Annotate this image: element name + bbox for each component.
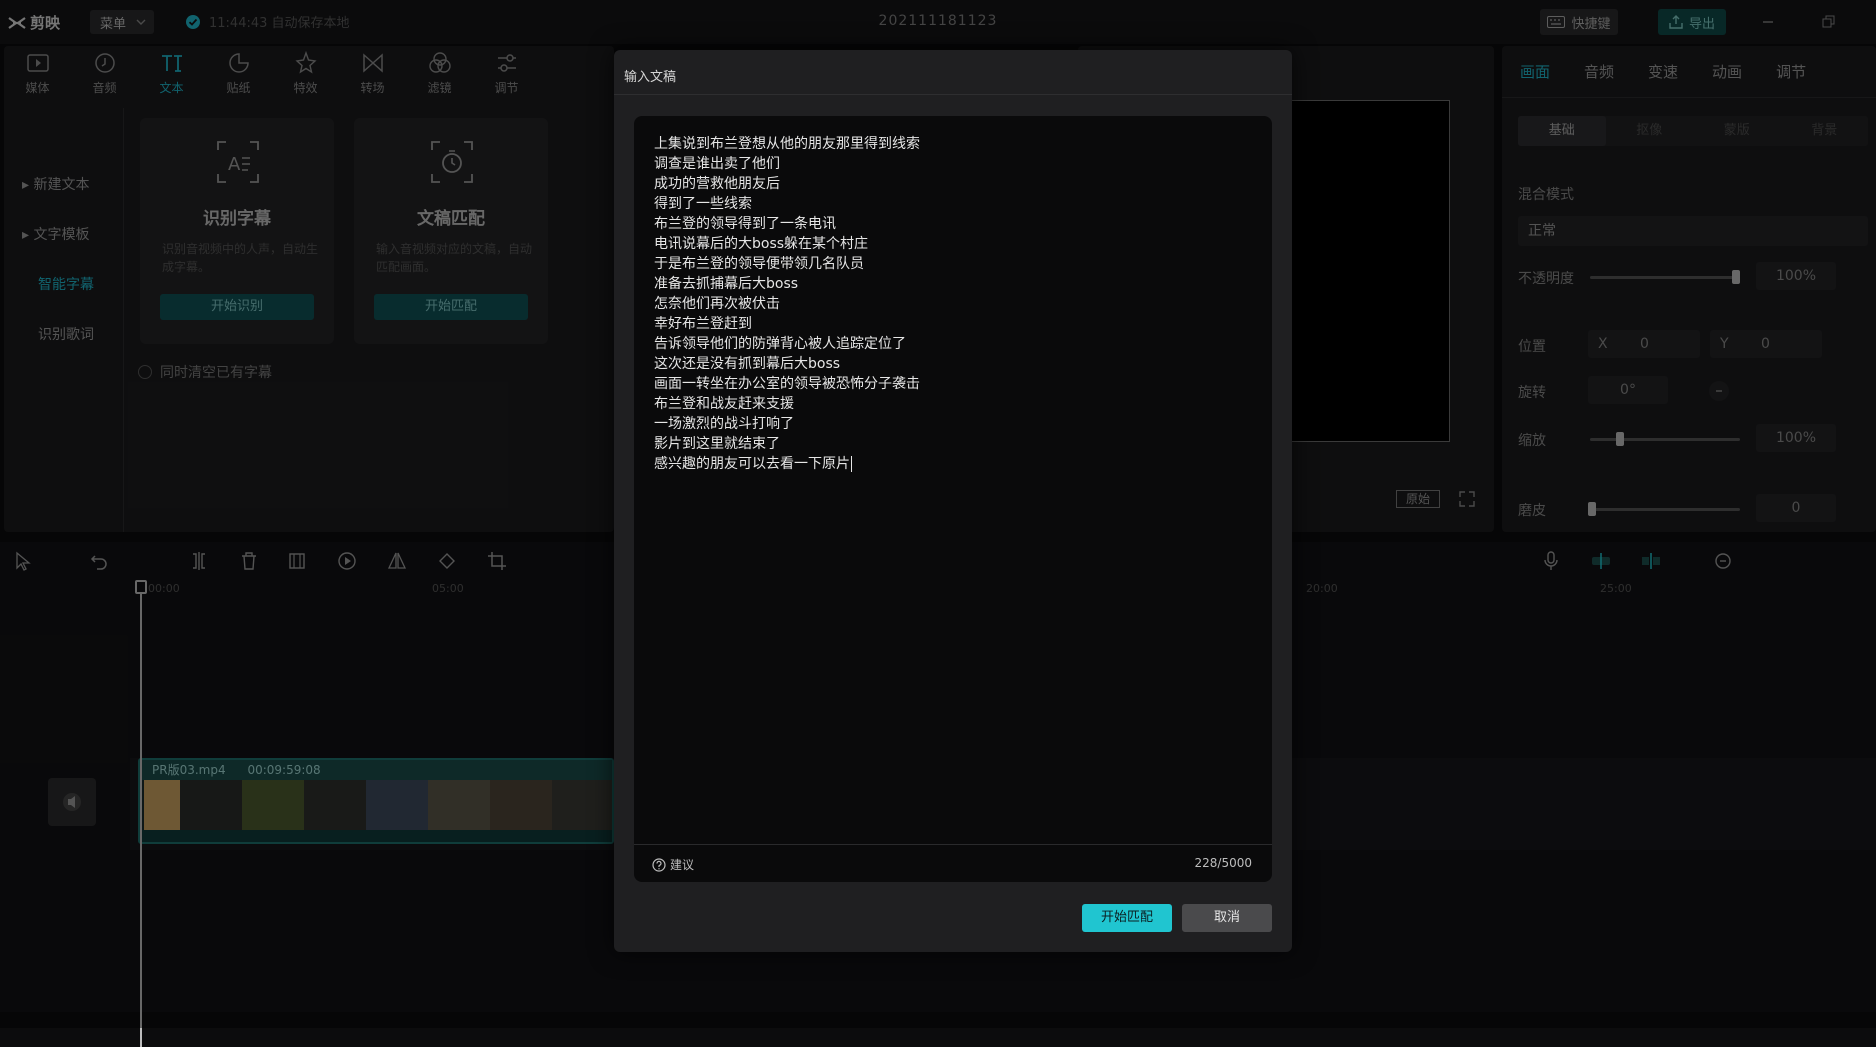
cancel-button[interactable]: 取消	[1182, 904, 1272, 932]
script-line: 影片到这里就结束了	[654, 436, 780, 452]
script-line: 布兰登和战友赶来支援	[654, 396, 794, 412]
script-line: 这次还是没有抓到幕后大boss	[654, 356, 841, 372]
character-count: 228/5000	[1194, 856, 1253, 870]
script-line: 布兰登的领导得到了一条电讯	[654, 216, 836, 232]
script-line: 调查是谁出卖了他们	[654, 156, 780, 172]
script-line: 感兴趣的朋友可以去看一下原片	[654, 456, 850, 472]
script-line: 怎奈他们再次被伏击	[654, 296, 780, 312]
script-line: 成功的营救他朋友后	[654, 176, 780, 192]
start-match-button[interactable]: 开始匹配	[1082, 904, 1172, 932]
suggestion-label: 建议	[670, 858, 695, 872]
suggestion-link[interactable]: 建议	[652, 856, 694, 873]
script-line: 于是布兰登的领导便带领几名队员	[654, 256, 864, 272]
help-circle-icon	[652, 857, 666, 872]
script-line: 一场激烈的战斗打响了	[654, 416, 794, 432]
script-line: 上集说到布兰登想从他的朋友那里得到线索	[654, 136, 920, 152]
script-line: 得到了一些线索	[654, 196, 752, 212]
script-line: 画面一转坐在办公室的领导被恐怖分子袭击	[654, 376, 920, 392]
dialog-title: 输入文稿	[624, 70, 677, 85]
text-caret	[851, 456, 852, 472]
script-line: 告诉领导他们的防弹背心被人追踪定位了	[654, 336, 906, 352]
input-script-dialog: 输入文稿 上集说到布兰登想从他的朋友那里得到线索 调查是谁出卖了他们 成功的营救…	[614, 50, 1292, 952]
editor-divider	[634, 844, 1272, 845]
script-textarea[interactable]: 上集说到布兰登想从他的朋友那里得到线索 调查是谁出卖了他们 成功的营救他朋友后 …	[634, 116, 1272, 882]
script-text[interactable]: 上集说到布兰登想从他的朋友那里得到线索 调查是谁出卖了他们 成功的营救他朋友后 …	[654, 134, 1254, 474]
script-line: 电讯说幕后的大boss躲在某个村庄	[654, 236, 869, 252]
script-line: 幸好布兰登赶到	[654, 316, 752, 332]
divider	[614, 94, 1292, 95]
script-line: 准备去抓捕幕后大boss	[654, 276, 799, 292]
script-line-last: 感兴趣的朋友可以去看一下原片	[654, 454, 1254, 474]
